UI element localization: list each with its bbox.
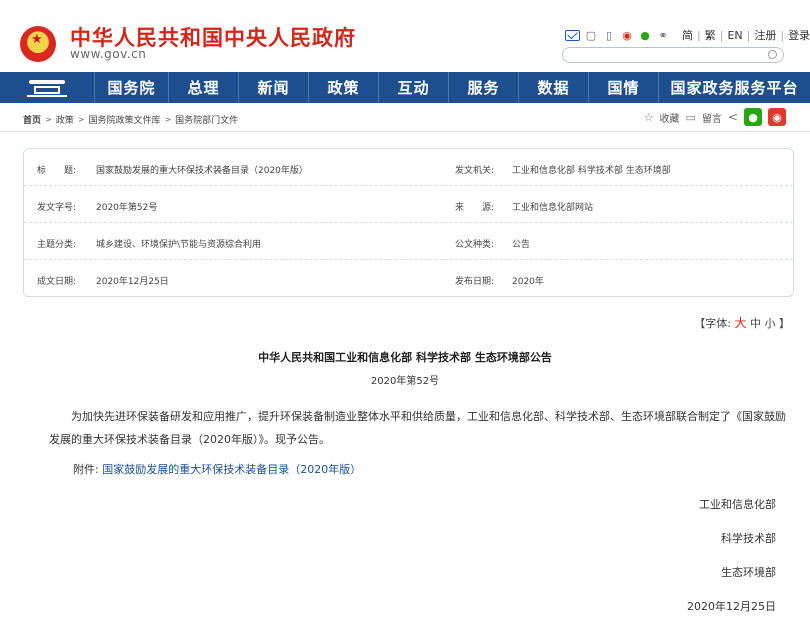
nav-item-service-platform[interactable]: 国家政务服务平台 — [659, 72, 810, 103]
attachment-link[interactable]: 国家鼓励发展的重大环保技术装备目录（2020年版） — [102, 463, 361, 476]
separator: | — [719, 28, 724, 42]
value-doc-type: 公告 — [512, 240, 531, 250]
favorite-link[interactable]: 收藏 — [660, 110, 680, 125]
signature-date: 2020年12月25日 — [687, 600, 776, 613]
label-doc-type: 公文种类: — [455, 240, 495, 250]
english-link[interactable]: EN — [727, 29, 742, 42]
weibo-icon[interactable]: ◉ — [620, 29, 634, 42]
label-category: 主题分类: — [37, 240, 77, 250]
page-tools: ☆ 收藏 ▭ 留言 < ● ◉ — [644, 108, 786, 126]
mobile-icon[interactable]: ▯ — [602, 29, 616, 42]
divider — [0, 131, 810, 132]
register-link[interactable]: 注册 — [754, 27, 776, 43]
nav-item-news[interactable]: 新闻 — [239, 72, 309, 103]
breadcrumb-dept-docs[interactable]: 国务院部门文件 — [175, 113, 238, 126]
nav-item-state-council[interactable]: 国务院 — [95, 72, 169, 103]
breadcrumb: 首页 > 政策 > 国务院政策文件库 > 国务院部门文件 — [23, 113, 238, 126]
login-link[interactable]: 登录 — [788, 27, 810, 43]
attachment-label: 附件: — [73, 463, 99, 476]
breadcrumb-library[interactable]: 国务院政策文件库 — [88, 113, 160, 126]
simplified-link[interactable]: 简 — [682, 27, 693, 43]
label-issuer: 发文机关: — [455, 166, 495, 176]
signature-miit: 工业和信息化部 — [699, 498, 776, 511]
top-icon-bar: ▢ ▯ ◉ ● ⚭ 简 | 繁 | EN | 注册 | 登录 — [565, 27, 810, 43]
main-nav: 国务院 总理 新闻 政策 互动 服务 数据 国情 国家政务服务平台 — [0, 72, 810, 103]
value-doc-no: 2020年第52号 — [96, 203, 158, 213]
value-title: 国家鼓励发展的重大环保技术装备目录（2020年版） — [96, 166, 308, 176]
label-source: 来 源: — [455, 203, 495, 213]
nav-item-interaction[interactable]: 互动 — [379, 72, 449, 103]
search-icon[interactable] — [768, 50, 777, 59]
info-row: 主题分类: 城乡建设、环境保护\节能与资源综合利用 公文种类: 公告 — [24, 223, 793, 260]
mail-icon[interactable] — [565, 29, 580, 41]
label-doc-no: 发文字号: — [37, 203, 77, 213]
breadcrumb-home[interactable]: 首页 — [23, 113, 41, 126]
article-title: 中华人民共和国工业和信息化部 科学技术部 生态环境部公告 — [258, 351, 552, 364]
breadcrumb-policy[interactable]: 政策 — [56, 113, 74, 126]
font-size-small[interactable]: 小 — [765, 317, 776, 330]
nav-item-national-info[interactable]: 国情 — [589, 72, 659, 103]
value-issuer: 工业和信息化部 科学技术部 生态环境部 — [512, 166, 671, 176]
search-input[interactable] — [562, 47, 784, 63]
wechat-icon[interactable]: ● — [638, 29, 652, 42]
article-doc-number: 2020年第52号 — [370, 376, 440, 387]
app-icon[interactable]: ▢ — [584, 29, 598, 42]
miniprogram-icon[interactable]: ⚭ — [656, 29, 670, 42]
wechat-share-icon[interactable]: ● — [744, 108, 762, 126]
font-size-switcher: 【字体: 大 中 小 】 — [694, 314, 790, 331]
font-size-medium[interactable]: 中 — [750, 317, 761, 330]
national-emblem-icon[interactable] — [20, 26, 56, 62]
font-size-large[interactable]: 大 — [734, 316, 746, 330]
document-info-box: 标 题: 国家鼓励发展的重大环保技术装备目录（2020年版） 发文机关: 工业和… — [23, 148, 794, 297]
breadcrumb-arrow: > — [164, 115, 172, 124]
article-paragraph: 为加快先进环保装备研发和应用推广，提升环保装备制造业整体水平和供给质量，工业和信… — [49, 410, 786, 446]
star-icon[interactable]: ☆ — [644, 111, 654, 124]
weibo-share-icon[interactable]: ◉ — [768, 108, 786, 126]
font-size-suffix: 】 — [779, 317, 790, 330]
font-size-prefix: 【字体: — [694, 317, 731, 330]
label-title: 标 题: — [37, 166, 77, 176]
value-written-date: 2020年12月25日 — [96, 277, 169, 287]
value-source: 工业和信息化部网站 — [512, 203, 594, 213]
language-links: 简 | 繁 | EN | 注册 | 登录 — [682, 27, 810, 43]
label-publish-date: 发布日期: — [455, 277, 495, 287]
site-header: 中华人民共和国中央人民政府 www.gov.cn ▢ ▯ ◉ ● ⚭ 简 | 繁… — [0, 0, 810, 72]
separator: | — [780, 28, 785, 42]
traditional-link[interactable]: 繁 — [705, 27, 716, 43]
nav-home[interactable] — [0, 72, 95, 103]
message-link[interactable]: 留言 — [702, 110, 722, 125]
breadcrumb-arrow: > — [45, 115, 52, 124]
signature-most: 科学技术部 — [721, 532, 776, 545]
separator: | — [746, 28, 751, 42]
nav-item-service[interactable]: 服务 — [449, 72, 519, 103]
attachment: 附件: 国家鼓励发展的重大环保技术装备目录（2020年版） — [73, 461, 361, 477]
nav-item-data[interactable]: 数据 — [519, 72, 589, 103]
site-url[interactable]: www.gov.cn — [70, 47, 146, 61]
info-row: 标 题: 国家鼓励发展的重大环保技术装备目录（2020年版） 发文机关: 工业和… — [24, 149, 793, 186]
tiananmen-icon — [25, 78, 69, 98]
label-written-date: 成文日期: — [37, 277, 77, 287]
breadcrumb-arrow: > — [77, 115, 85, 124]
separator: | — [697, 28, 701, 42]
info-row: 发文字号: 2020年第52号 来 源: 工业和信息化部网站 — [24, 186, 793, 223]
share-icon[interactable]: < — [728, 110, 738, 124]
info-row: 成文日期: 2020年12月25日 发布日期: 2020年 — [24, 260, 793, 297]
message-icon[interactable]: ▭ — [686, 111, 696, 124]
nav-item-premier[interactable]: 总理 — [169, 72, 239, 103]
value-category: 城乡建设、环境保护\节能与资源综合利用 — [96, 240, 262, 250]
nav-item-policy[interactable]: 政策 — [309, 72, 379, 103]
signature-mee: 生态环境部 — [721, 566, 776, 579]
value-publish-date: 2020年 — [512, 277, 544, 287]
